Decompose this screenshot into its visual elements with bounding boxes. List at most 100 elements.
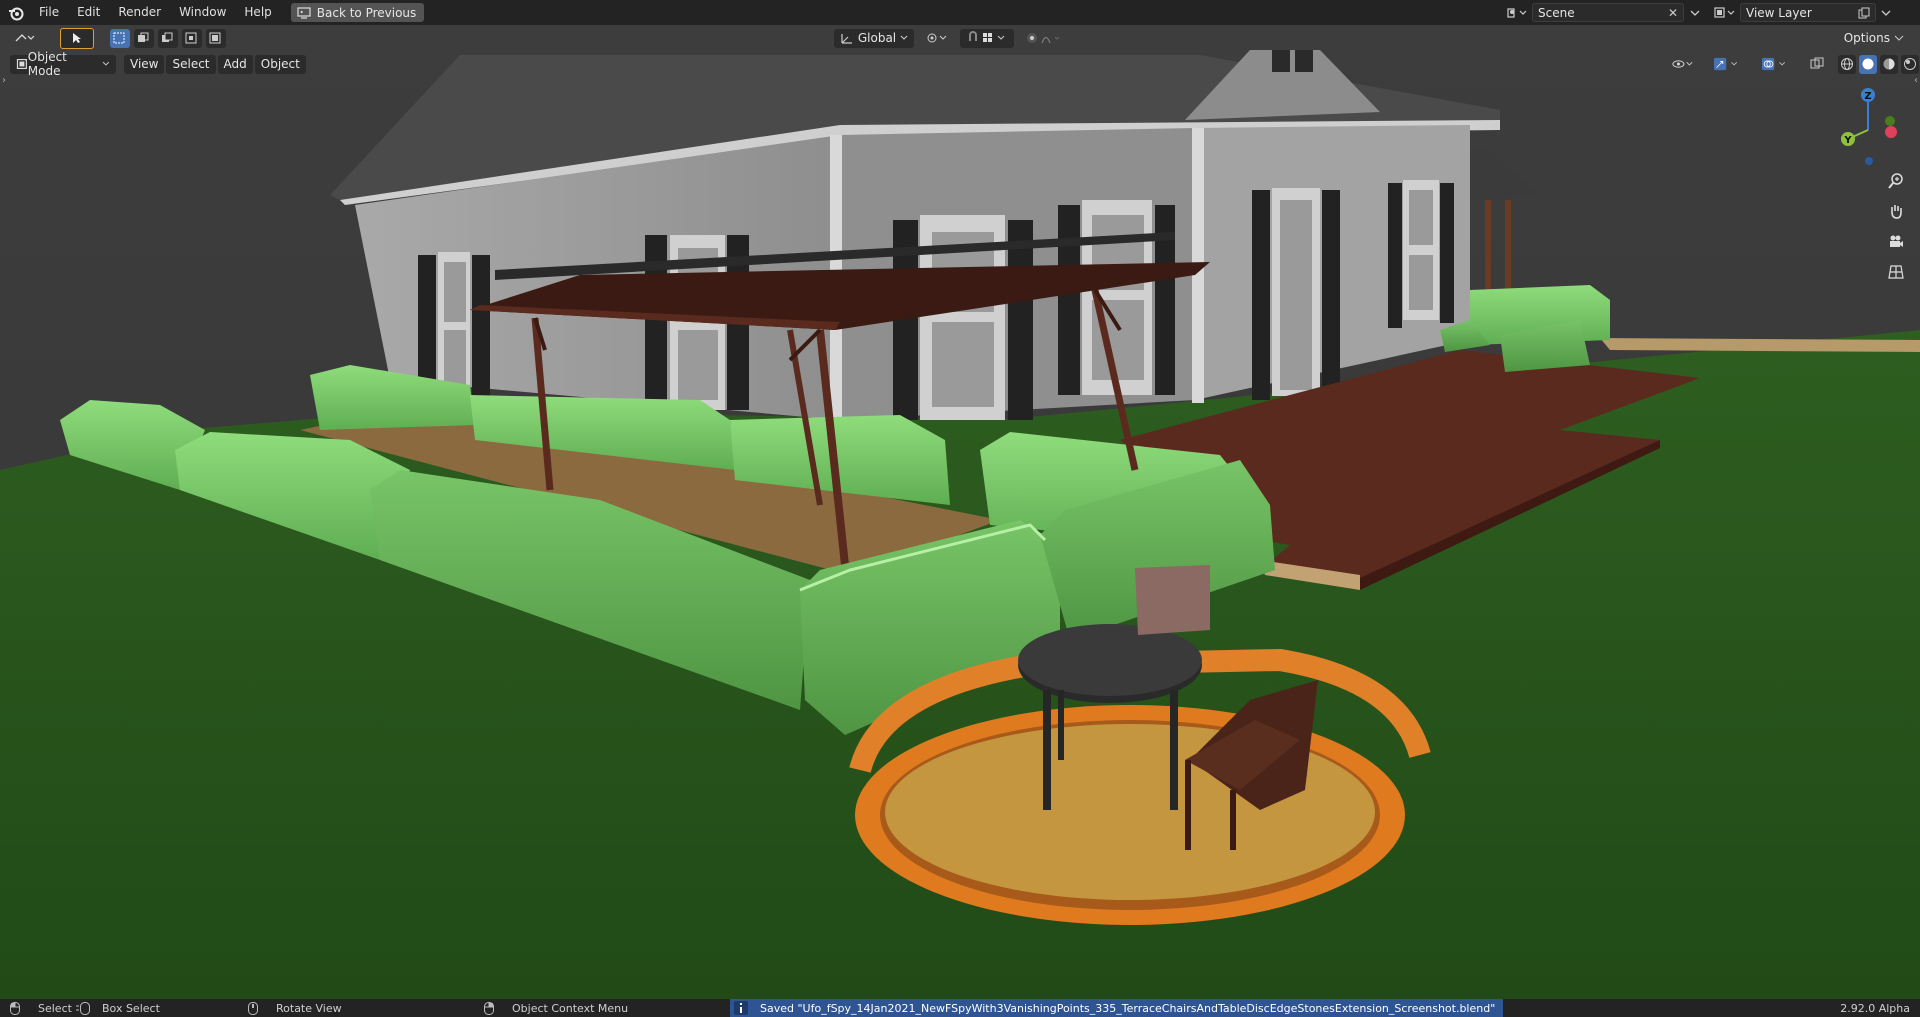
close-icon[interactable]: ✕: [1668, 6, 1678, 20]
menu-object[interactable]: Object: [254, 54, 306, 74]
transform-orientation-dropdown[interactable]: Global: [834, 28, 914, 48]
gizmo-icon: [1714, 57, 1738, 71]
toggle-perspective-button[interactable]: [1884, 260, 1908, 284]
scene-dropdown-button[interactable]: [1684, 3, 1706, 22]
menu-add[interactable]: Add: [217, 54, 253, 74]
pan-button[interactable]: [1884, 199, 1908, 223]
editor-type-button[interactable]: [8, 29, 42, 48]
zoom-icon: [1888, 173, 1903, 189]
select-new-button[interactable]: [110, 28, 130, 48]
menu-select-label: Select: [172, 57, 210, 71]
status-select-label: Select: [38, 1001, 72, 1015]
select-intersect-icon: [209, 32, 221, 44]
select-intersect-button[interactable]: [206, 28, 226, 48]
scene-name: Scene: [1538, 5, 1575, 20]
info-icon: [734, 1001, 748, 1015]
copy-icon[interactable]: [1858, 7, 1870, 19]
select-extend-button[interactable]: [134, 28, 154, 48]
select-tool-button[interactable]: [60, 27, 94, 49]
select-new-icon: [113, 32, 125, 44]
view-layer-name-field[interactable]: View Layer: [1740, 3, 1876, 22]
chevron-down-icon: [1881, 10, 1891, 16]
magnet-icon: [969, 31, 1005, 42]
saved-notification[interactable]: Saved "Ufo_fSpy_14Jan2021_NewFSpyWith3Va…: [730, 999, 1504, 1017]
menu-select[interactable]: Select: [166, 54, 216, 74]
transform-orientation-value: Global: [857, 31, 897, 45]
mouse-middle-icon: [248, 1001, 258, 1015]
scene-render[interactable]: [0, 25, 1920, 999]
zoom-button[interactable]: [1884, 169, 1908, 193]
mouse-drag-icon: [76, 1001, 90, 1015]
back-to-previous-label: Back to Previous: [316, 5, 417, 20]
xray-toggle[interactable]: [1804, 55, 1830, 74]
select-subtract-icon: [162, 32, 173, 42]
camera-view-button[interactable]: [1884, 230, 1908, 254]
menu-view-label: View: [130, 57, 159, 71]
menu-view[interactable]: View: [124, 54, 165, 74]
select-invert-button[interactable]: [182, 28, 202, 48]
version-label: 2.92.0 Alpha: [1840, 1001, 1910, 1015]
visibility-dropdown[interactable]: [1666, 55, 1700, 74]
menu-render[interactable]: Render: [109, 0, 170, 25]
navigation-gizmo[interactable]: Z Y: [1828, 85, 1908, 165]
shading-rendered-button[interactable]: [1901, 54, 1919, 74]
wireframe-sphere-icon: [1841, 58, 1853, 70]
select-extend-icon: [138, 32, 149, 42]
proportional-edit-icon: [1027, 33, 1060, 44]
back-to-previous-button[interactable]: Back to Previous: [290, 3, 425, 22]
blender-logo-icon[interactable]: [8, 5, 24, 21]
menu-file[interactable]: File: [30, 0, 68, 25]
status-bar: Select Box Select Rotate View Object Con…: [0, 999, 1920, 1017]
viewport-display-controls: [1666, 54, 1920, 74]
menu-window[interactable]: Window: [170, 0, 235, 25]
status-context-menu-label: Object Context Menu: [512, 1001, 629, 1015]
eye-icon: [1672, 60, 1693, 68]
mouse-left-icon: [10, 1001, 20, 1015]
gizmo-neg-y-axis[interactable]: [1885, 116, 1895, 126]
camera-icon: [1890, 235, 1903, 247]
menu-help[interactable]: Help: [235, 0, 280, 25]
chevron-down-icon: [900, 35, 908, 40]
chevron-down-icon: [1690, 10, 1700, 16]
view-layer-browse-button[interactable]: [1710, 3, 1740, 22]
scene-browse-button[interactable]: [1502, 3, 1532, 22]
shading-wireframe-button[interactable]: [1838, 54, 1856, 74]
status-context-menu-hint: Object Context Menu: [484, 1001, 629, 1015]
status-select-hint: Select: [10, 1001, 72, 1015]
object-mode-icon: [16, 58, 27, 70]
snap-group[interactable]: [960, 28, 1014, 48]
status-box-select-label: Box Select: [102, 1001, 160, 1015]
view-layer-dropdown-button[interactable]: [1876, 3, 1896, 22]
scene-selector-group: Scene ✕ View Layer: [1502, 3, 1896, 22]
shading-solid-button[interactable]: [1859, 54, 1877, 74]
sidebar-expand-arrow[interactable]: ‹: [1914, 75, 1918, 86]
monitor-icon: [297, 6, 311, 19]
pivot-icon: [927, 33, 947, 43]
gizmo-neg-z-axis[interactable]: [1865, 157, 1873, 165]
transform-settings: Global: [834, 28, 1072, 48]
xray-icon: [1810, 57, 1824, 69]
toolbar-expand-arrow[interactable]: ›: [2, 75, 6, 86]
chevron-down-icon: [102, 61, 110, 66]
options-dropdown[interactable]: Options: [1838, 29, 1910, 48]
viewport-header: Object Mode View Select Add Object: [0, 50, 1920, 78]
3d-viewport[interactable]: Global Options Object Mode View Select A…: [0, 25, 1920, 999]
select-subtract-button[interactable]: [158, 28, 178, 48]
status-rotate-hint: Rotate View: [248, 1001, 342, 1015]
top-bar: File Edit Render Window Help Back to Pre…: [0, 0, 1920, 25]
chevron-down-icon: [1894, 35, 1904, 41]
mouse-right-icon: [484, 1001, 494, 1015]
mode-dropdown[interactable]: Object Mode: [10, 50, 116, 78]
3d-viewport-icon: [15, 34, 35, 42]
menu-object-label: Object: [260, 57, 300, 71]
proportional-editing-group[interactable]: [1020, 29, 1070, 48]
menu-edit[interactable]: Edit: [68, 0, 109, 25]
pivot-point-dropdown[interactable]: [920, 29, 954, 48]
options-area: Options: [1838, 29, 1912, 48]
shading-material-button[interactable]: [1880, 54, 1898, 74]
menu-add-label: Add: [223, 57, 247, 71]
gizmo-x-axis[interactable]: [1885, 126, 1897, 138]
scene-name-field[interactable]: Scene ✕: [1532, 3, 1684, 22]
overlays-toggle[interactable]: [1756, 55, 1796, 74]
gizmo-toggle[interactable]: [1708, 55, 1748, 74]
